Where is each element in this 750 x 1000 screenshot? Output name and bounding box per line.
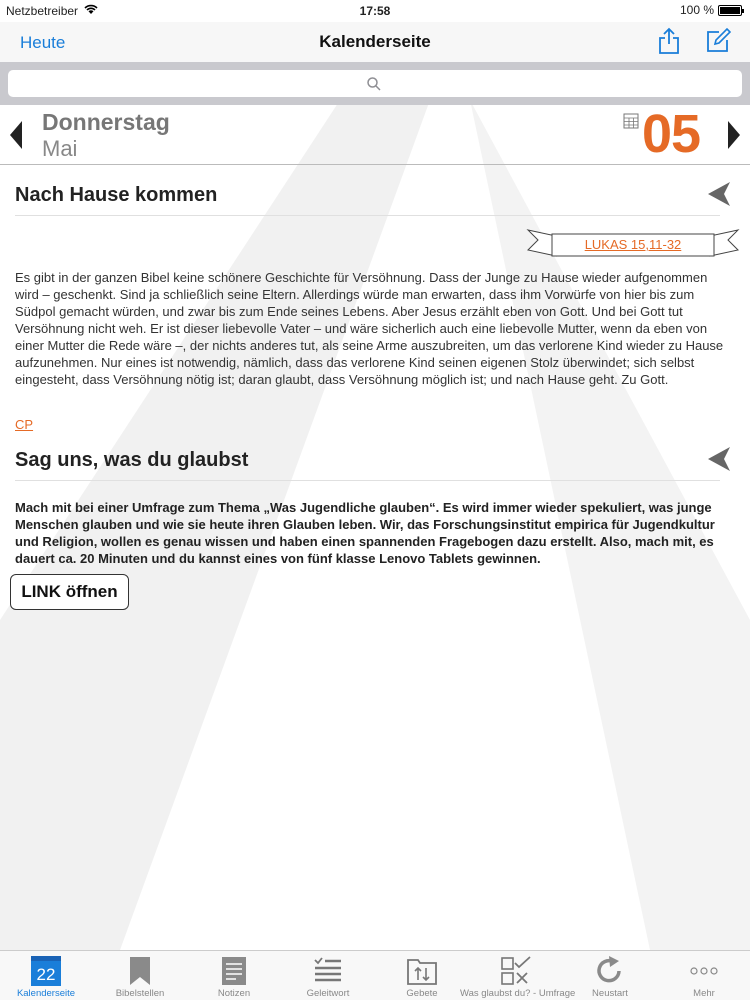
battery-percentage: 100 % (679, 3, 714, 17)
battery-indicator: 100 % (679, 3, 744, 17)
tab-bar: 22 Kalenderseite Bibelstellen Notizen Ge… (0, 950, 750, 1000)
checklist-icon (501, 956, 531, 985)
navigation-bar: Heute Kalenderseite (0, 22, 750, 62)
more-icon (690, 967, 718, 975)
share-icon[interactable] (657, 27, 681, 55)
status-bar: Netzbetreiber 17:58 100 % (0, 0, 750, 22)
tab-mehr[interactable]: Mehr (658, 951, 750, 1000)
survey-section: Sag uns, was du glaubst Mach mit bei ein… (0, 431, 750, 610)
calendar-icon: 22 (31, 956, 61, 986)
tab-notizen[interactable]: Notizen (188, 951, 280, 1000)
weekday-label: Donnerstag (42, 109, 170, 135)
tab-umfrage[interactable]: Was glaubst du? - Umfrage (460, 951, 575, 1000)
next-day-arrow-icon[interactable] (728, 121, 740, 149)
search-input[interactable] (8, 70, 742, 97)
tab-bibelstellen[interactable]: Bibelstellen (94, 951, 186, 1000)
search-area (0, 62, 750, 105)
section-title: Sag uns, was du glaubst (15, 449, 249, 471)
clock: 17:58 (359, 4, 391, 18)
section-title: Nach Hause kommen (15, 184, 218, 206)
compose-icon[interactable] (705, 28, 731, 54)
tab-kalenderseite[interactable]: 22 Kalenderseite (0, 951, 92, 1000)
tab-gebete[interactable]: Gebete (376, 951, 468, 1000)
audio-play-icon[interactable] (708, 182, 730, 206)
month-label: Mai (42, 136, 78, 161)
open-link-button[interactable]: LINK öffnen (10, 574, 129, 610)
bookmark-icon (130, 957, 150, 985)
day-number: 05 (642, 104, 701, 164)
scripture-reference-banner[interactable]: LUKAS 15,11-32 (526, 226, 740, 262)
main-content: Nach Hause kommen LUKAS 15,11-32 Es gibt… (0, 166, 750, 610)
battery-fill (720, 6, 740, 14)
battery-icon (718, 4, 744, 16)
list-icon (314, 957, 341, 982)
sort-icon (407, 959, 437, 985)
audio-play-icon[interactable] (708, 447, 730, 471)
section-header: Sag uns, was du glaubst (15, 431, 730, 481)
devotional-text: Es gibt in der ganzen Bibel keine schöne… (15, 270, 724, 387)
scripture-reference-link[interactable]: LUKAS 15,11-32 (540, 237, 726, 252)
survey-text: Mach mit bei einer Umfrage zum Thema „Wa… (15, 500, 715, 566)
tab-neustart[interactable]: Neustart (564, 951, 656, 1000)
author-link[interactable]: CP (15, 417, 33, 432)
calendar-grid-icon[interactable] (623, 113, 639, 129)
previous-day-arrow-icon[interactable] (10, 121, 22, 149)
section-header: Nach Hause kommen (15, 166, 730, 216)
search-icon (367, 77, 381, 91)
refresh-icon (597, 956, 621, 983)
notes-icon (222, 957, 246, 985)
date-header: Donnerstag Mai 05 (0, 104, 750, 165)
page-title: Kalenderseite (319, 32, 431, 51)
tab-label: Mehr (693, 988, 715, 999)
tab-geleitwort[interactable]: Geleitwort (282, 951, 374, 1000)
